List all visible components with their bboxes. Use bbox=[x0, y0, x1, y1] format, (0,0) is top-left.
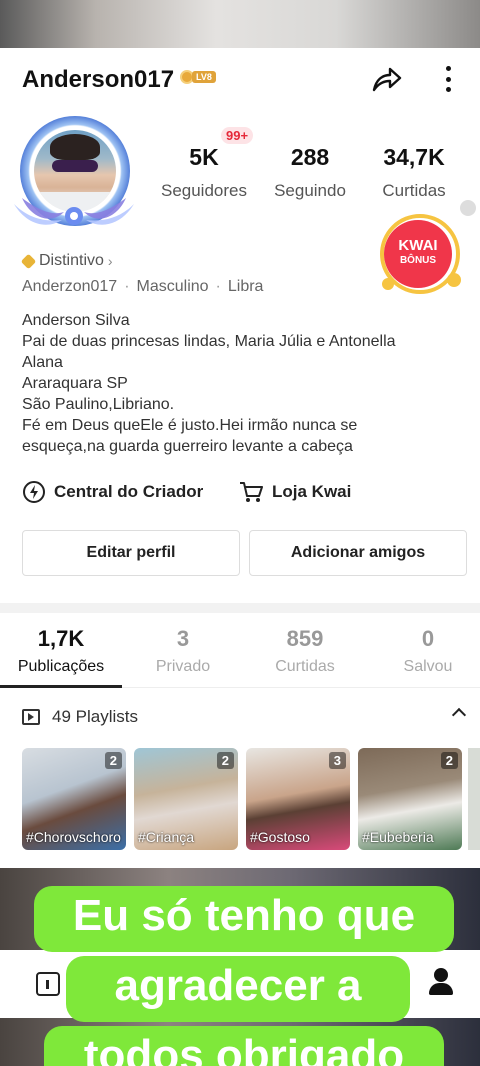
stat-following[interactable]: 288 Seguindo bbox=[264, 144, 356, 201]
avatar-wings-decoration bbox=[14, 198, 134, 225]
tab-label: Curtidas bbox=[275, 658, 335, 675]
bio-line: Araraquara SP bbox=[22, 375, 128, 392]
playlists-header[interactable]: 49 Playlists bbox=[22, 704, 470, 730]
following-label: Seguindo bbox=[274, 181, 346, 200]
tab-private[interactable]: 3 Privado bbox=[128, 626, 238, 676]
tab-label: Publicações bbox=[17, 658, 105, 675]
playlist-icon bbox=[22, 709, 40, 725]
distintivo-link[interactable]: Distintivo › bbox=[20, 252, 113, 270]
chevron-up-icon[interactable] bbox=[451, 707, 467, 723]
playlist-count: 2 bbox=[216, 752, 234, 769]
dot-icon bbox=[445, 87, 451, 92]
playlist-tag: #Gostoso bbox=[250, 829, 310, 845]
caption-line: agradecer a bbox=[66, 956, 410, 1022]
kwai-shop-label: Loja Kwai bbox=[272, 482, 352, 501]
chevron-right-icon: › bbox=[107, 253, 113, 269]
badge-icon bbox=[20, 253, 37, 269]
kwai-bonus-icon: KWAI BÔNUS bbox=[380, 214, 461, 294]
meta-sign: Libra bbox=[227, 278, 264, 295]
bio-line: Alana bbox=[22, 354, 63, 371]
tab-label: Salvou bbox=[403, 658, 453, 675]
bio-line: Pai de duas princesas lindas, Maria Júli… bbox=[22, 333, 396, 350]
playlist-count: 2 bbox=[440, 752, 458, 769]
creator-center-label: Central do Criador bbox=[54, 482, 204, 501]
active-tab-indicator bbox=[0, 685, 122, 688]
dot-icon bbox=[445, 76, 451, 82]
cart-icon bbox=[240, 482, 263, 502]
playlist-thumbnail[interactable]: 2 #Criança bbox=[134, 748, 238, 850]
video-caption-overlay: Eu só tenho que agradecer a todos obriga… bbox=[0, 886, 480, 1066]
bio-line: São Paulino,Libriano. bbox=[22, 396, 175, 413]
status-strip bbox=[0, 0, 480, 48]
tab-count: 1,7K bbox=[37, 626, 85, 651]
bio-line: Fé em Deus queEle é justo.Hei irmão nunc… bbox=[22, 417, 358, 434]
dot-icon bbox=[445, 66, 451, 71]
tab-count: 0 bbox=[421, 626, 435, 651]
tab-saved[interactable]: 0 Salvou bbox=[373, 626, 480, 676]
meta-handle: Anderzon017 bbox=[22, 278, 118, 295]
playlist-thumbnail[interactable]: 2 #Eubeberia bbox=[358, 748, 462, 850]
caption-line: todos obrigado bbox=[44, 1026, 444, 1066]
profile-bio: Anderson Silva Pai de duas princesas lin… bbox=[22, 310, 462, 457]
distintivo-label: Distintivo bbox=[39, 252, 104, 269]
likes-count: 34,7K bbox=[383, 144, 445, 170]
caption-line: Eu só tenho que bbox=[34, 886, 454, 952]
following-count: 288 bbox=[290, 144, 330, 170]
tab-label: Privado bbox=[155, 658, 211, 675]
creator-center-link[interactable]: Central do Criador bbox=[22, 480, 203, 504]
level-tag: LV8 bbox=[192, 71, 216, 83]
kwai-bonus-widget[interactable]: KWAI BÔNUS bbox=[376, 210, 466, 294]
level-badge[interactable]: LV8 bbox=[180, 70, 216, 84]
playlist-tag: #Eubeberia bbox=[362, 829, 434, 845]
playlist-count: 2 bbox=[104, 752, 122, 769]
profile-header: Anderson017 LV8 bbox=[0, 48, 480, 110]
playlist-thumbnail-partial[interactable] bbox=[468, 748, 480, 850]
more-options-button[interactable] bbox=[434, 64, 462, 94]
bio-line: esqueça,na guarda guerreiro levante a ca… bbox=[22, 438, 353, 455]
playlist-count: 3 bbox=[328, 752, 346, 769]
notification-badge: 99+ bbox=[221, 127, 254, 144]
section-divider bbox=[0, 603, 480, 613]
tab-likes[interactable]: 859 Curtidas bbox=[250, 626, 360, 676]
playlist-tag: #Chorovschoro bbox=[26, 829, 121, 845]
kwai-shop-link[interactable]: Loja Kwai bbox=[238, 480, 351, 504]
followers-count: 5K bbox=[189, 144, 219, 170]
bio-line: Anderson Silva bbox=[22, 312, 130, 329]
tab-publications[interactable]: 1,7K Publicações bbox=[6, 626, 116, 676]
add-friends-button[interactable]: Adicionar amigos bbox=[249, 530, 467, 576]
avatar[interactable] bbox=[12, 112, 136, 232]
edit-profile-button[interactable]: Editar perfil bbox=[22, 530, 240, 576]
tab-count: 3 bbox=[176, 626, 190, 651]
stat-followers[interactable]: 5K Seguidores bbox=[152, 144, 256, 201]
share-button[interactable] bbox=[370, 62, 404, 96]
likes-label: Curtidas bbox=[382, 181, 446, 200]
meta-gender: Masculino bbox=[136, 278, 209, 295]
playlist-thumbnail[interactable]: 3 #Gostoso bbox=[246, 748, 350, 850]
stat-likes[interactable]: 34,7K Curtidas bbox=[366, 144, 462, 201]
followers-label: Seguidores bbox=[160, 181, 247, 200]
kwai-bonus-line1: KWAI bbox=[398, 237, 437, 254]
playlists-title: 49 Playlists bbox=[52, 707, 138, 726]
tab-count: 859 bbox=[286, 626, 324, 651]
profile-meta: Anderzon017 · Masculino · Libra bbox=[22, 278, 264, 295]
kwai-bonus-line2: BÔNUS bbox=[400, 253, 436, 266]
content-tabs: 1,7K Publicações 3 Privado 859 Curtidas … bbox=[0, 620, 480, 688]
lightning-icon bbox=[23, 481, 45, 503]
share-icon bbox=[372, 67, 402, 92]
playlist-thumbnail[interactable]: 2 #Chorovschoro bbox=[22, 748, 126, 850]
username: Anderson017 bbox=[22, 66, 175, 93]
profile-links: Central do Criador Loja Kwai bbox=[22, 480, 462, 506]
playlist-tag: #Criança bbox=[138, 829, 195, 845]
